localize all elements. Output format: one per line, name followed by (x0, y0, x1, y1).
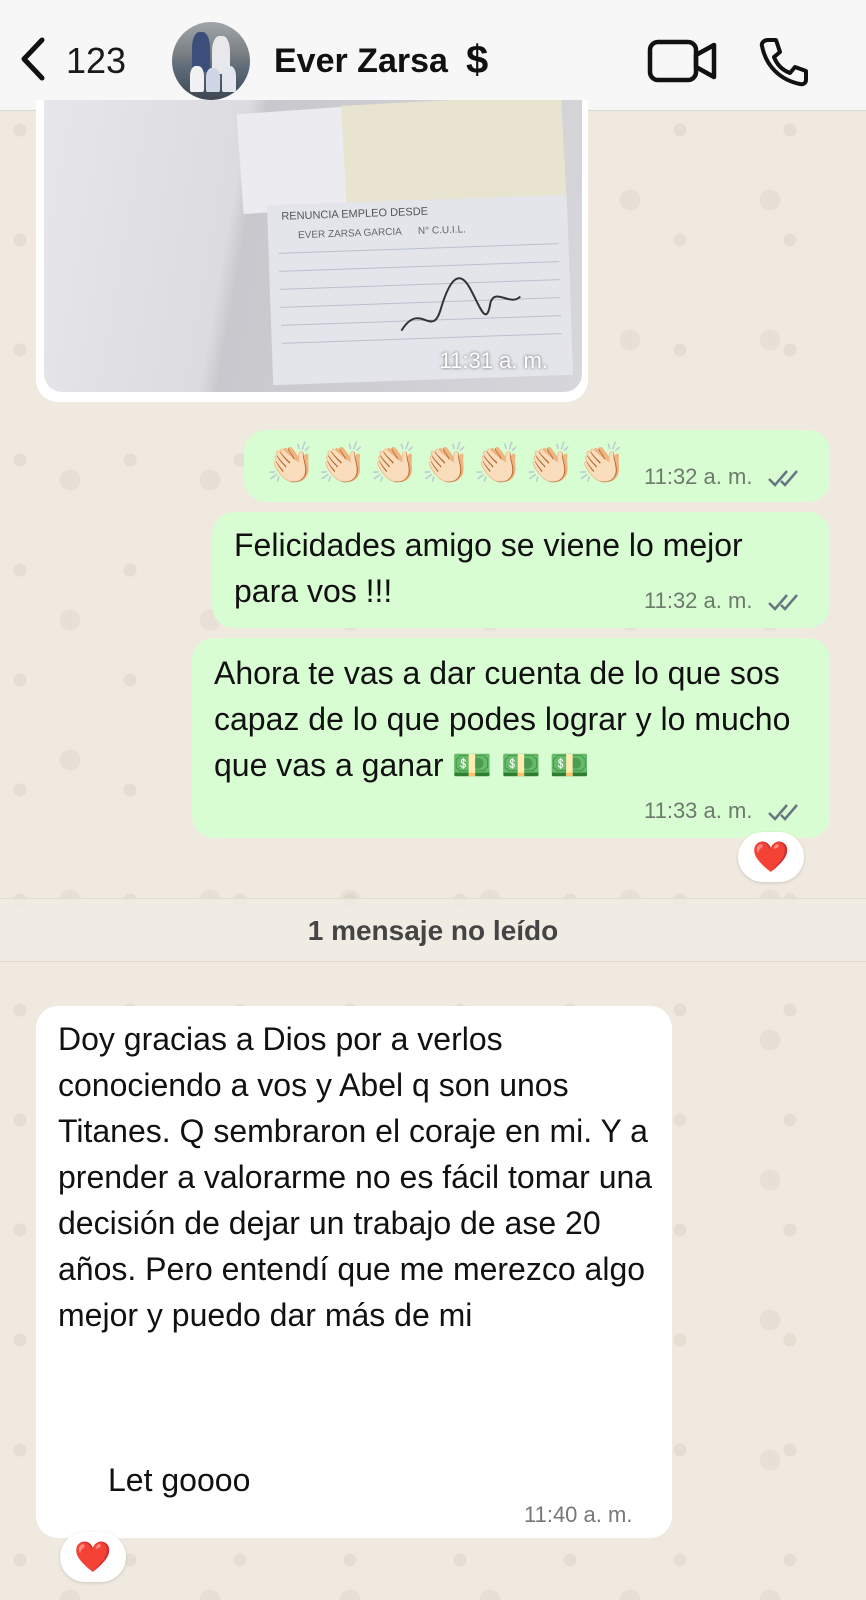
video-call-button[interactable] (646, 38, 720, 84)
double-check-icon (767, 470, 798, 488)
document-photo[interactable]: RENUNCIA EMPLEO DESDE EVER ZARSA GARCIA … (44, 100, 582, 392)
message-time: 11:40 a. m. (524, 1502, 633, 1527)
dollar-icon: $ (466, 38, 489, 82)
message-time: 11:32 a. m. (644, 464, 753, 489)
contact-name[interactable]: Ever Zarsa (274, 42, 448, 81)
voice-call-button[interactable] (758, 36, 810, 88)
message-text-tail: Let goooo (108, 1462, 251, 1498)
back-button[interactable] (14, 34, 54, 84)
chevron-left-icon (21, 37, 45, 81)
message-time: 11:33 a. m. (644, 798, 753, 823)
message-text: 👏🏻👏🏻👏🏻👏🏻👏🏻👏🏻👏🏻 (266, 442, 629, 486)
incoming-message[interactable]: Doy gracias a Dios por a verlos conocien… (36, 1006, 672, 1538)
message-meta: 11:32 a. m. (644, 588, 801, 614)
outgoing-message[interactable]: Ahora te vas a dar cuenta de lo que sos … (192, 638, 830, 838)
unread-divider: 1 mensaje no leído (0, 898, 866, 962)
chat-header: 123 Ever Zarsa $ (0, 0, 866, 111)
double-check-icon (767, 804, 798, 822)
heart-reaction[interactable]: ❤️ (738, 832, 804, 882)
signature-scribble (400, 277, 522, 332)
photo-text: RENUNCIA (281, 208, 339, 223)
avatar[interactable] (172, 22, 250, 100)
message-time: 11:32 a. m. (644, 588, 753, 613)
photo-text: EMPLEO DESDE (341, 205, 429, 221)
image-message[interactable]: RENUNCIA EMPLEO DESDE EVER ZARSA GARCIA … (36, 100, 588, 402)
message-meta: 11:32 a. m. (644, 464, 801, 490)
double-check-icon (767, 594, 798, 612)
photo-text: EVER ZARSA GARCIA (297, 226, 403, 242)
unread-chats-count[interactable]: 123 (66, 40, 126, 82)
outgoing-message[interactable]: Felicidades amigo se viene lo mejor para… (212, 512, 830, 628)
message-meta: 11:33 a. m. (644, 798, 801, 824)
message-text: Ahora te vas a dar cuenta de lo que sos … (214, 655, 791, 783)
unread-label: 1 mensaje no leído (307, 915, 559, 946)
photo-text: N° C.U.I.L. (417, 224, 467, 238)
heart-reaction[interactable]: ❤️ (60, 1532, 126, 1582)
phone-icon (759, 38, 808, 87)
video-camera-icon (647, 39, 717, 83)
outgoing-message[interactable]: 👏🏻👏🏻👏🏻👏🏻👏🏻👏🏻👏🏻 11:32 a. m. (244, 430, 830, 502)
message-time: 11:31 a. m. (439, 348, 548, 373)
message-text: Doy gracias a Dios por a verlos conocien… (58, 1021, 653, 1333)
